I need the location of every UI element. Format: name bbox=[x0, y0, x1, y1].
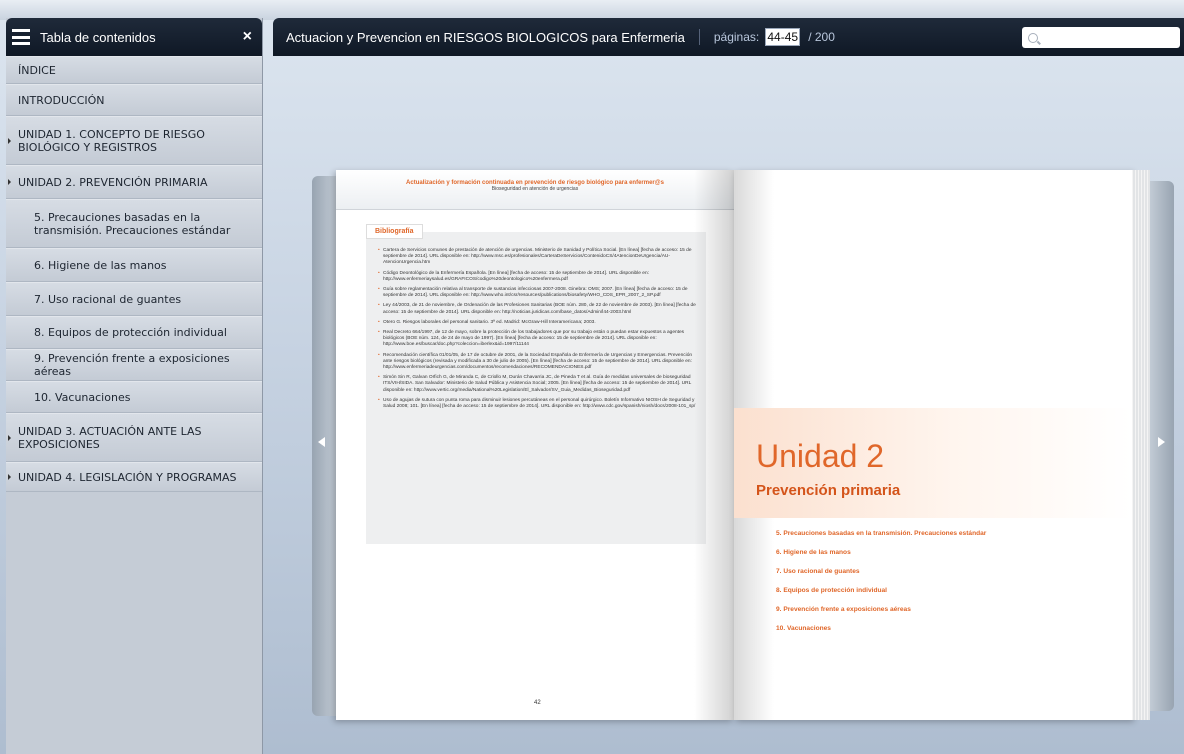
toc-item-label: ÍNDICE bbox=[18, 63, 56, 77]
page-number-input[interactable]: 44-45 bbox=[765, 28, 801, 46]
toc-item[interactable]: 9. Prevención frente a exposiciones aére… bbox=[6, 349, 262, 381]
toc-item[interactable]: ÍNDICE bbox=[6, 56, 262, 84]
bibliography-entry: Simón Sin R, Galvan Orfich G, de Miranda… bbox=[378, 375, 696, 394]
toc-item-label: 9. Prevención frente a exposiciones aére… bbox=[34, 352, 230, 378]
toc-item-label: 5. Precauciones basadas en la transmisió… bbox=[34, 210, 231, 237]
bibliography-entry: Real Decreto 664/1997, de 12 de mayo, so… bbox=[378, 330, 696, 349]
toc-header: Tabla de contenidos × bbox=[6, 18, 262, 56]
bibliography-entry: Recomendación científica 01/01/05, de 17… bbox=[378, 353, 696, 372]
toc-item-label: 6. Higiene de las manos bbox=[34, 258, 167, 272]
unit-subtitle: Prevención primaria bbox=[756, 482, 901, 499]
page-number: 42 bbox=[534, 700, 541, 706]
toc-item-label: INTRODUCCIÓN bbox=[18, 93, 105, 107]
search-input[interactable] bbox=[1022, 27, 1180, 48]
bibliography-title: Bibliografía bbox=[366, 224, 423, 239]
unit-topic-list: 5. Precauciones basadas en la transmisió… bbox=[776, 530, 986, 644]
page-header: Actualización y formación continuada en … bbox=[336, 170, 734, 210]
close-icon[interactable]: × bbox=[243, 28, 252, 46]
toc-item-label: UNIDAD 3. ACTUACIÓN ANTE LAS EXPOSICIONE… bbox=[18, 424, 202, 451]
toc-item-label: 7. Uso racional de guantes bbox=[34, 292, 182, 306]
header-line-2: Bioseguridad en atención de urgencias bbox=[491, 186, 579, 192]
toc-item-label: UNIDAD 1. CONCEPTO DE RIESGO BIOLÓGICO Y… bbox=[18, 127, 205, 154]
unit-topic[interactable]: 8. Equipos de protección individual bbox=[776, 587, 986, 594]
toc-item[interactable]: UNIDAD 3. ACTUACIÓN ANTE LAS EXPOSICIONE… bbox=[6, 413, 262, 462]
toc-item-label: UNIDAD 2. PREVENCIÓN PRIMARIA bbox=[18, 175, 208, 189]
toolbar-divider bbox=[698, 29, 700, 45]
document-title: Actuacion y Prevencion en RIESGOS BIOLOG… bbox=[286, 29, 685, 45]
page-edges bbox=[1132, 170, 1150, 720]
unit-topic[interactable]: 5. Precauciones basadas en la transmisió… bbox=[776, 530, 986, 537]
expand-arrow-icon[interactable] bbox=[8, 474, 11, 480]
bibliography-entry: Código Deontológico de la Enfermería Esp… bbox=[378, 271, 696, 283]
bibliography-entry: Cartera de Servicios comunes de prestaci… bbox=[378, 248, 696, 267]
unit-topic[interactable]: 9. Prevención frente a exposiciones aére… bbox=[776, 606, 986, 613]
expand-arrow-icon[interactable] bbox=[8, 434, 11, 441]
toc-item[interactable]: UNIDAD 4. LEGISLACIÓN Y PROGRAMAS bbox=[6, 462, 262, 492]
toc-item-label: UNIDAD 4. LEGISLACIÓN Y PROGRAMAS bbox=[18, 470, 237, 484]
toc-item[interactable]: 6. Higiene de las manos bbox=[6, 248, 262, 282]
unit-title: Unidad 2 bbox=[756, 438, 885, 474]
table-of-contents-panel: Tabla de contenidos × ÍNDICE INTRODUCCIÓN… bbox=[6, 18, 263, 754]
toc-item-label: 10. Vacunaciones bbox=[34, 390, 131, 404]
bibliography-list: Cartera de Servicios comunes de prestaci… bbox=[378, 248, 696, 414]
expand-arrow-icon[interactable] bbox=[8, 137, 11, 144]
unit-topic[interactable]: 7. Uso racional de guantes bbox=[776, 568, 986, 575]
toc-item[interactable]: 7. Uso racional de guantes bbox=[6, 282, 262, 316]
chevron-right-icon[interactable] bbox=[1158, 437, 1165, 447]
toc-item[interactable]: UNIDAD 1. CONCEPTO DE RIESGO BIOLÓGICO Y… bbox=[6, 116, 262, 165]
bibliography-entry: Guía sobre reglamentación relativa al tr… bbox=[378, 287, 696, 299]
toc-item[interactable]: 5. Precauciones basadas en la transmisió… bbox=[6, 199, 262, 248]
bibliography-entry: Ley 44/2003, de 21 de noviembre, de Orde… bbox=[378, 303, 696, 315]
left-page[interactable]: Actualización y formación continuada en … bbox=[336, 170, 734, 720]
bibliography-box: Bibliografía Cartera de Servicios comune… bbox=[366, 224, 706, 544]
hamburger-icon[interactable] bbox=[12, 29, 30, 45]
unit-topic[interactable]: 6. Higiene de las manos bbox=[776, 549, 986, 556]
pages-label: páginas: bbox=[713, 30, 760, 44]
top-stripe bbox=[0, 0, 1184, 20]
toc-item[interactable]: UNIDAD 2. PREVENCIÓN PRIMARIA bbox=[6, 165, 262, 199]
toc-item[interactable]: 8. Equipos de protección individual bbox=[6, 316, 262, 349]
bibliography-entry: Otero G. Riesgos laborales del personal … bbox=[378, 320, 696, 326]
expand-arrow-icon[interactable] bbox=[8, 179, 11, 185]
search-icon[interactable] bbox=[1028, 32, 1038, 43]
bibliography-entry: Uso de agujas de sutura con punta roma p… bbox=[378, 398, 696, 410]
toc-list: ÍNDICE INTRODUCCIÓN UNIDAD 1. CONCEPTO DE … bbox=[6, 56, 262, 492]
pages-total: / 200 bbox=[808, 30, 835, 44]
book-spread: Actualización y formación continuada en … bbox=[336, 170, 1150, 720]
toc-title: Tabla de contenidos bbox=[40, 29, 156, 45]
toc-item[interactable]: 10. Vacunaciones bbox=[6, 381, 262, 413]
unit-topic[interactable]: 10. Vacunaciones bbox=[776, 625, 986, 632]
top-toolbar: Actuacion y Prevencion en RIESGOS BIOLOG… bbox=[273, 18, 1184, 56]
toc-item-label: 8. Equipos de protección individual bbox=[34, 326, 227, 339]
toc-item[interactable]: INTRODUCCIÓN bbox=[6, 84, 262, 116]
right-page[interactable]: Unidad 2 Prevención primaria 5. Precauci… bbox=[734, 170, 1132, 720]
chevron-left-icon[interactable] bbox=[318, 437, 325, 447]
